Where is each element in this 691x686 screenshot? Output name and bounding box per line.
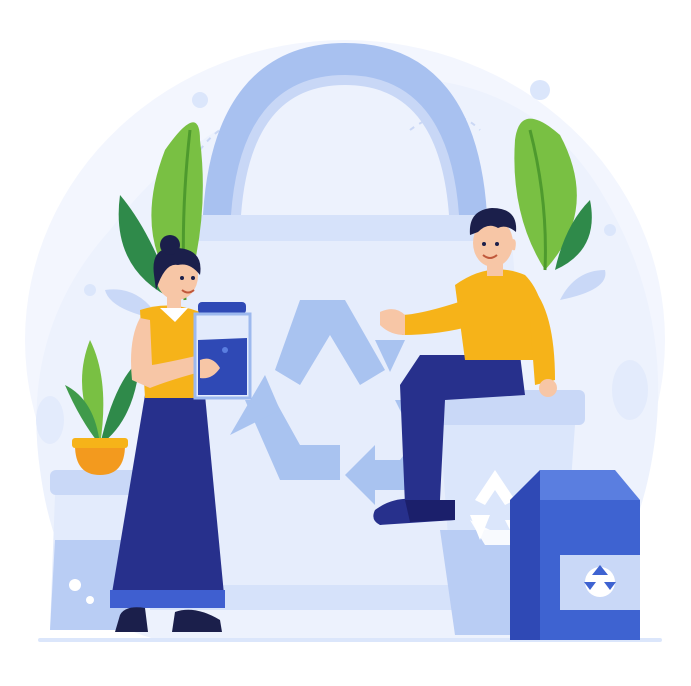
milk-carton-icon [510, 470, 640, 640]
illustration-canvas [25, 40, 665, 642]
recycling-illustration [0, 0, 691, 686]
jar-icon [193, 302, 252, 400]
